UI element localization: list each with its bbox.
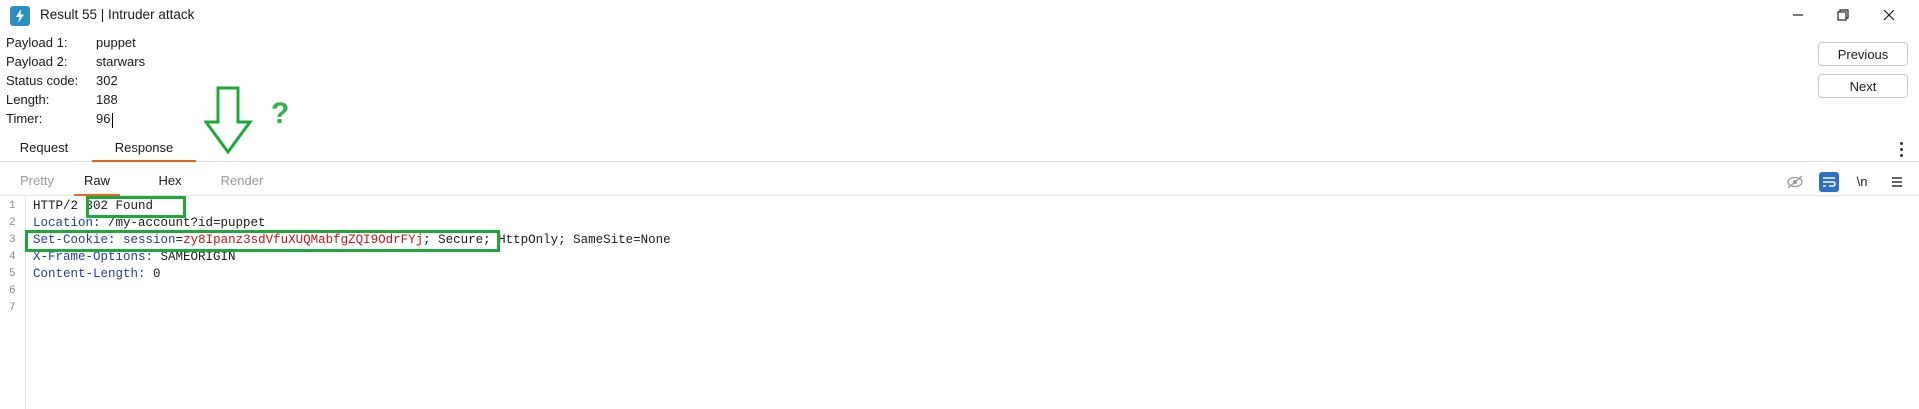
line-number-gutter: 1 2 3 4 5 6 7 [0,197,26,409]
wrap-lines-icon[interactable] [1819,172,1839,192]
menu-icon[interactable] [1887,172,1907,192]
tab-request[interactable]: Request [10,137,78,162]
line-number: 3 [9,234,16,246]
message-tabs: Request Response [0,137,1919,162]
info-value: 302 [96,73,118,88]
info-label: Payload 1: [6,35,68,50]
tab-hex[interactable]: Hex [146,170,194,196]
annotation-highlight-set-cookie [25,230,500,252]
tab-pretty[interactable]: Pretty [8,170,66,196]
close-button[interactable] [1866,0,1912,30]
close-icon [1883,9,1895,21]
next-button[interactable]: Next [1818,74,1908,98]
header-key: Location: [33,216,101,230]
line-number: 7 [9,302,16,314]
annotation-question-mark: ? [271,97,290,130]
info-value: starwars [96,54,146,69]
previous-button[interactable]: Previous [1818,42,1908,66]
line-number: 5 [9,268,16,280]
newline-toggle-icon[interactable]: \n [1852,172,1872,192]
hide-nonprintable-icon[interactable] [1785,172,1805,192]
view-mode-tabs: Pretty Raw Hex Render \n [0,170,1919,196]
tab-response[interactable]: Response [92,137,196,162]
info-label: Payload 2: [6,54,68,69]
info-label: Status code: [6,73,79,88]
header-value: SAMEORIGIN [160,250,236,264]
header-value: /my-account?id=puppet [108,216,266,230]
line-number: 6 [9,285,16,297]
more-options-icon[interactable] [1896,139,1908,159]
restore-button[interactable] [1820,0,1866,30]
info-value: puppet [96,35,136,50]
title-bar: Result 55 | Intruder attack [0,0,1919,32]
info-label: Timer: [6,111,43,126]
raw-response-editor[interactable]: 1 2 3 4 5 6 7 HTTP/2 302 Found Location:… [0,197,1919,409]
tab-raw[interactable]: Raw [74,170,120,196]
minimize-icon [1793,14,1803,16]
header-line-content-length: Content-Length: 0 [33,266,161,283]
header-value: 0 [153,267,161,281]
minimize-button[interactable] [1775,0,1821,30]
window-title: Result 55 | Intruder attack [40,7,195,22]
info-label: Length: [6,92,50,107]
header-key: Content-Length: [33,267,146,281]
burp-app-icon [10,6,30,26]
text-caret [112,113,113,128]
http-protocol: HTTP/2 [33,199,79,213]
info-value: 96 [96,111,111,126]
restore-icon [1837,9,1849,21]
line-number: 1 [9,200,16,212]
line-number: 2 [9,217,16,229]
info-value: 188 [96,92,118,107]
annotation-highlight-status [86,196,186,218]
header-key: X-Frame-Options: [33,250,154,264]
tab-render[interactable]: Render [210,170,274,196]
line-number: 4 [9,251,16,263]
